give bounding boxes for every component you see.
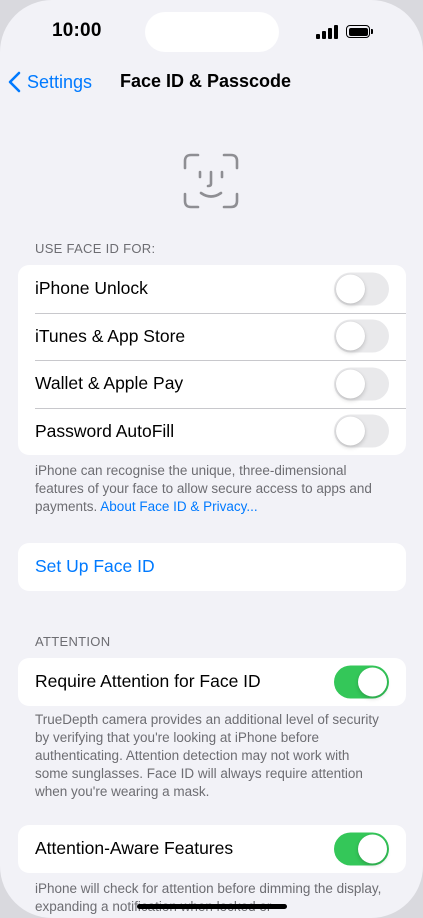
- face-id-icon: [183, 153, 239, 209]
- row-label: Attention-Aware Features: [35, 838, 234, 859]
- toggle-password-autofill[interactable]: [334, 414, 389, 448]
- page-title: Face ID & Passcode: [119, 71, 292, 91]
- row-label: Wallet & Apple Pay: [35, 373, 184, 394]
- about-face-id-privacy-link[interactable]: About Face ID & Privacy...: [100, 499, 257, 514]
- attention-aware-group: Attention-Aware Features: [18, 825, 406, 873]
- section-header-attention: ATTENTION: [35, 634, 111, 649]
- row-label: Password AutoFill: [35, 420, 175, 441]
- attention-group: Require Attention for Face ID: [18, 658, 406, 706]
- row-label: iPhone Unlock: [35, 278, 148, 299]
- set-up-face-id-label: Set Up Face ID: [35, 556, 155, 577]
- attention-aware-footer-text: iPhone will check for attention before d…: [35, 881, 382, 914]
- row-iphone-unlock: iPhone Unlock: [18, 265, 406, 313]
- row-require-attention: Require Attention for Face ID: [18, 658, 406, 706]
- set-up-face-id-button[interactable]: Set Up Face ID: [18, 543, 406, 591]
- setup-group: Set Up Face ID: [18, 543, 406, 591]
- signal-icon: [316, 25, 340, 39]
- toggle-require-attention[interactable]: [334, 665, 389, 699]
- status-time: 10:00: [52, 20, 102, 41]
- attention-footer-text: TrueDepth camera provides an additional …: [35, 712, 379, 799]
- dynamic-island: [145, 12, 279, 52]
- face-id-footer-text: iPhone can recognise the unique, three-d…: [35, 463, 372, 514]
- home-indicator[interactable]: [137, 904, 287, 909]
- row-label: Require Attention for Face ID: [35, 671, 261, 692]
- toggle-iphone-unlock[interactable]: [334, 272, 389, 306]
- use-face-id-group: iPhone Unlock iTunes & App Store Wallet …: [18, 265, 406, 455]
- row-itunes-app-store: iTunes & App Store: [18, 312, 406, 361]
- toggle-wallet-apple-pay[interactable]: [334, 367, 389, 401]
- battery-icon: [346, 25, 373, 38]
- phone-screen: 10:00 Settings Face ID & Passcode USE FA…: [0, 0, 423, 918]
- section-header-use-face-id: USE FACE ID FOR:: [35, 241, 156, 256]
- row-label: iTunes & App Store: [35, 325, 186, 346]
- toggle-itunes-app-store[interactable]: [334, 319, 389, 353]
- row-wallet-apple-pay: Wallet & Apple Pay: [18, 360, 406, 408]
- toggle-attention-aware[interactable]: [334, 832, 389, 866]
- row-attention-aware: Attention-Aware Features: [18, 825, 406, 873]
- row-password-autofill: Password AutoFill: [18, 407, 406, 456]
